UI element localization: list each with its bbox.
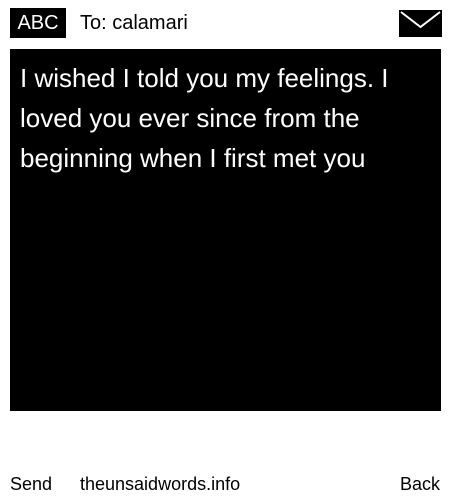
message-body: I wished I told you my feelings. I loved…	[20, 63, 389, 173]
envelope-icon[interactable]	[399, 10, 442, 37]
send-button[interactable]: Send	[10, 471, 52, 497]
input-mode-indicator: ABC	[10, 8, 66, 38]
footer-site-label: theunsaidwords.info	[80, 474, 241, 494]
back-button[interactable]: Back	[400, 471, 440, 497]
recipient-field[interactable]: To: calamari	[80, 8, 188, 38]
message-text-area[interactable]: I wished I told you my feelings. I loved…	[10, 49, 441, 411]
